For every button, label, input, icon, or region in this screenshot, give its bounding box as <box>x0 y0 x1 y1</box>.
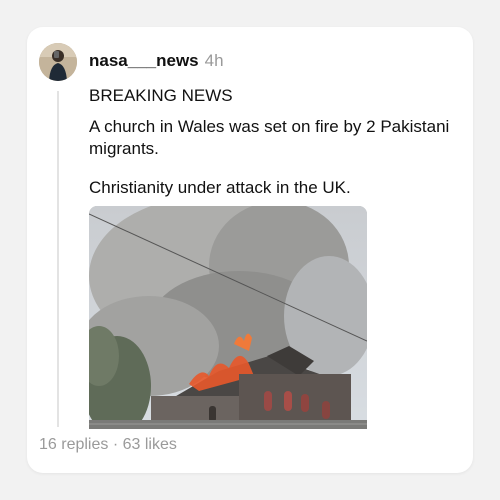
post-timestamp: 4h <box>204 51 224 70</box>
likes-count[interactable]: 63 likes <box>123 436 177 453</box>
post-card[interactable]: nasa___news 4h BREAKING NEWS A church in… <box>27 27 473 473</box>
thread-line <box>57 91 59 427</box>
post-text-headline: BREAKING NEWS <box>89 86 233 105</box>
post-header: nasa___news 4h <box>89 51 224 71</box>
stats-separator: · <box>108 436 123 453</box>
post-text-body: A church in Wales was set on fire by 2 P… <box>89 117 450 158</box>
user-avatar-icon <box>39 43 77 81</box>
username[interactable]: nasa___news <box>89 51 199 71</box>
replies-count[interactable]: 16 replies <box>39 436 108 453</box>
post-stats: 16 replies · 63 likes <box>39 436 177 454</box>
post-image[interactable] <box>89 206 367 429</box>
avatar[interactable] <box>39 43 77 81</box>
post-text-closing: Christianity under attack in the UK. <box>89 178 351 197</box>
burning-church-photo-icon <box>89 206 367 429</box>
